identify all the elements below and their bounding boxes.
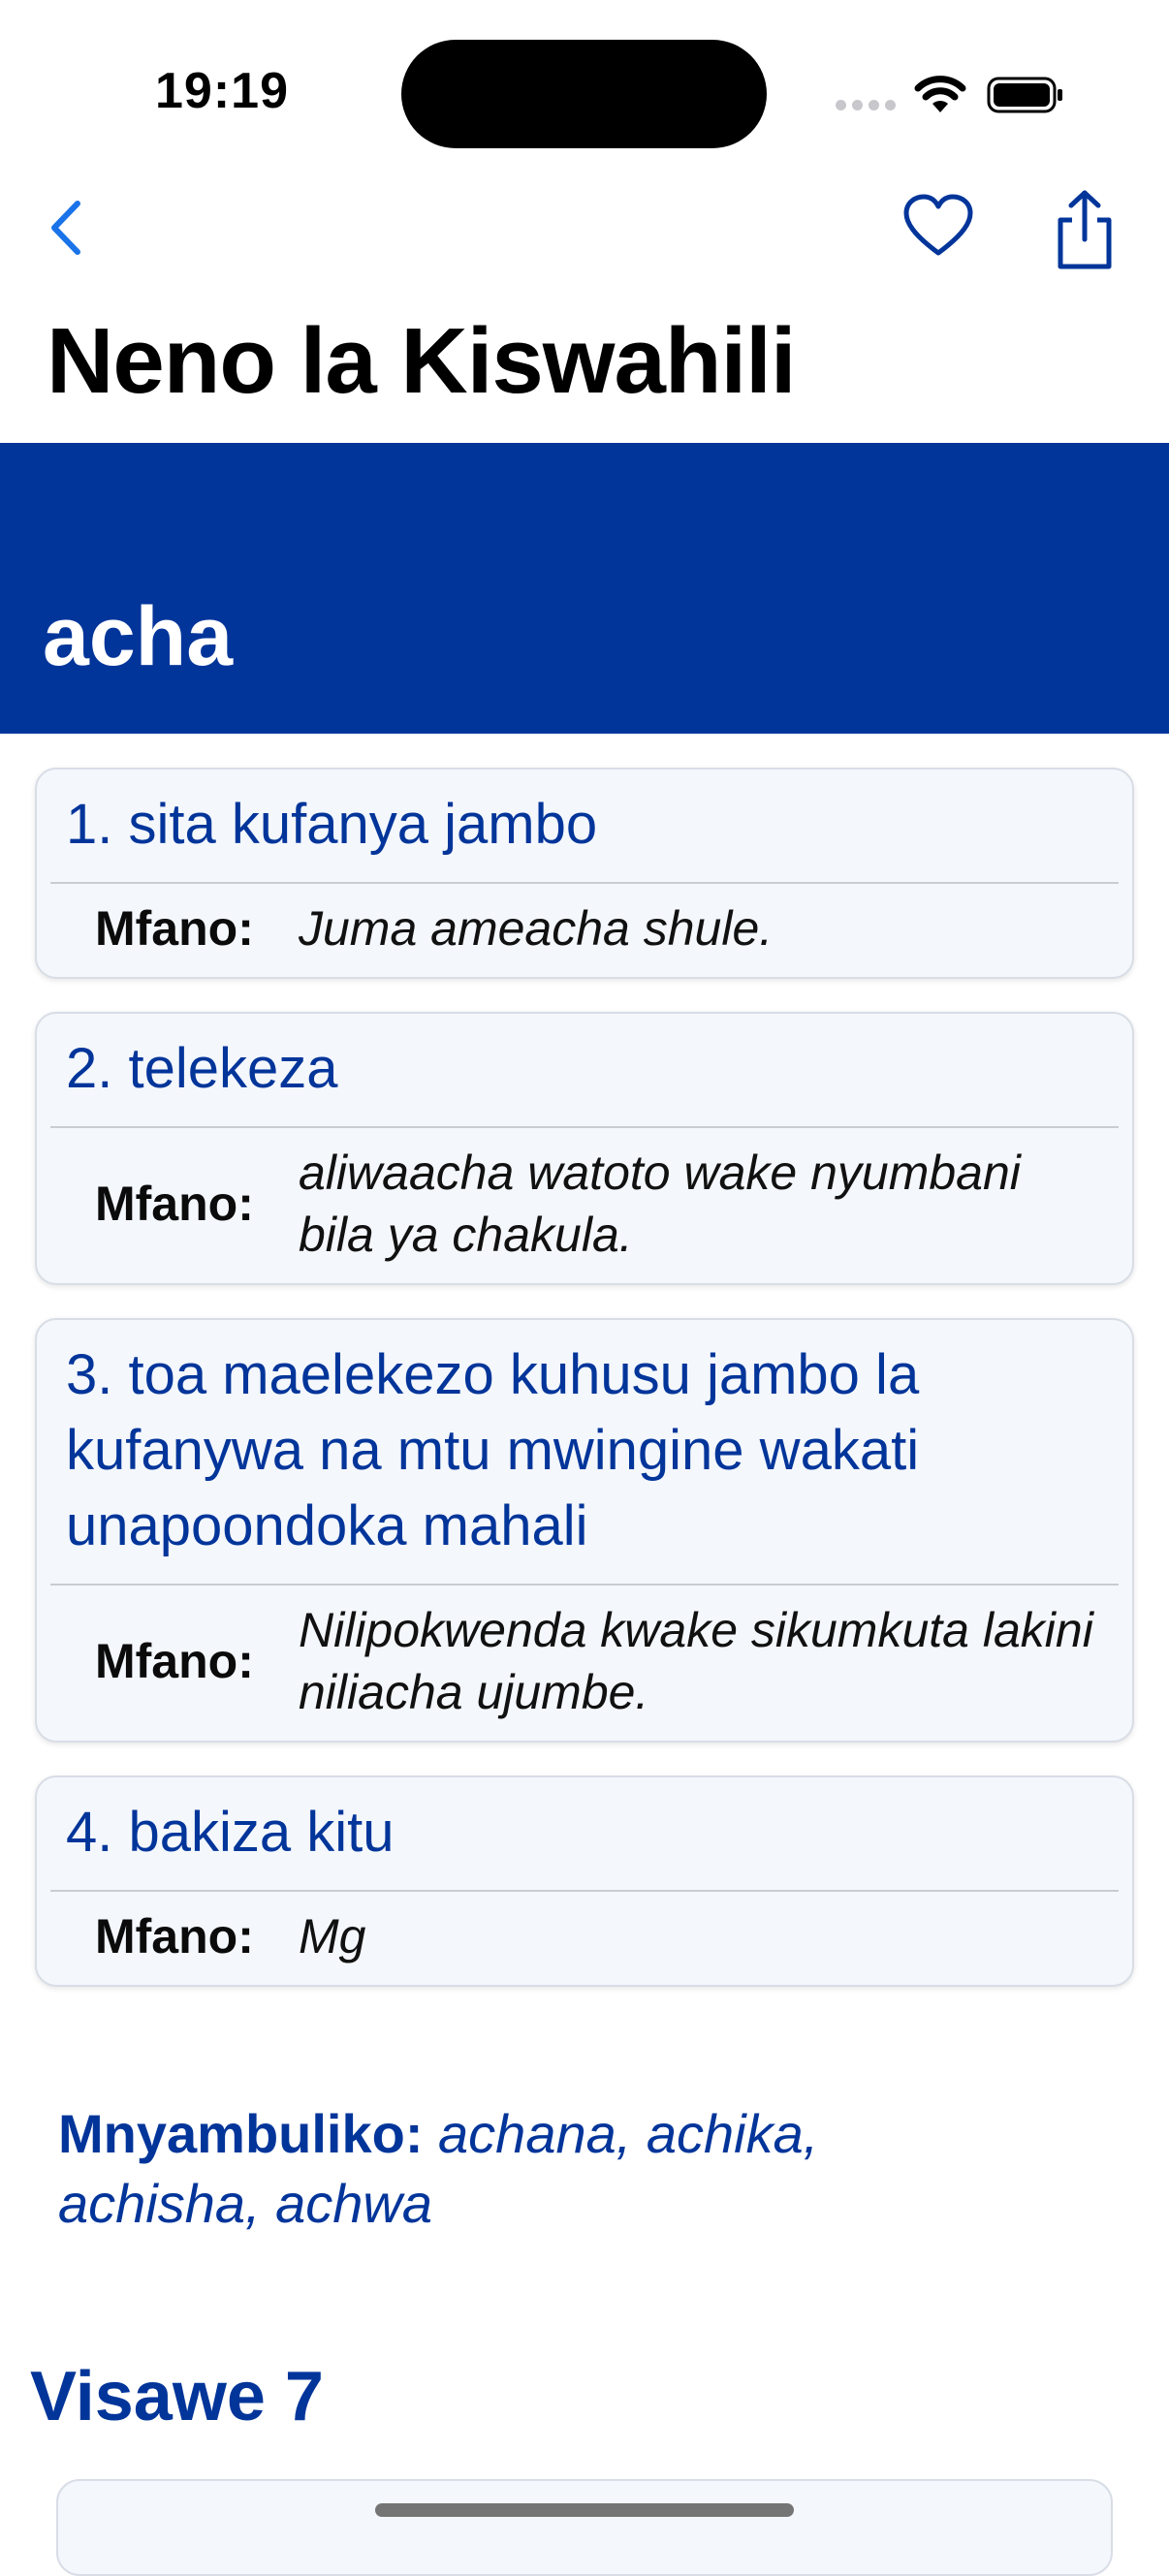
example-text: Nilipokwenda kwake sikumkuta lakini nili… <box>299 1603 1093 1719</box>
example-label: Mfano: <box>95 1634 254 1688</box>
derivatives: Mnyambuliko: achana, achika, achisha, ac… <box>58 2099 1027 2239</box>
sense-card: 1. sita kufanya jambo Mfano: Juma ameach… <box>35 768 1134 979</box>
sense-card: 4. bakiza kitu Mfano: Mg <box>35 1775 1134 1987</box>
heart-icon <box>903 194 973 256</box>
synonyms-title: Visawe 7 <box>30 2358 324 2435</box>
example-label: Mfano: <box>95 1177 254 1231</box>
example-label: Mfano: <box>95 1909 254 1963</box>
share-icon <box>1058 190 1112 269</box>
back-button[interactable] <box>41 194 89 262</box>
example-text: aliwaacha watoto wake nyumbani bila ya c… <box>299 1146 1021 1262</box>
wifi-icon <box>914 76 966 112</box>
sense-definition: 3. toa maelekezo kuhusu jambo la kufanyw… <box>50 1320 1119 1586</box>
sense-example: Mfano: Juma ameacha shule. <box>37 884 1132 977</box>
sense-definition: 1. sita kufanya jambo <box>50 770 1119 884</box>
sense-list: 1. sita kufanya jambo Mfano: Juma ameach… <box>35 768 1134 2020</box>
favorite-button[interactable] <box>902 193 974 261</box>
word-header: acha <box>0 443 1169 734</box>
sense-card: 2. telekeza Mfano: aliwaacha watoto wake… <box>35 1012 1134 1285</box>
chevron-left-icon <box>51 201 80 255</box>
sense-example: Mfano: Nilipokwenda kwake sikumkuta laki… <box>37 1586 1132 1741</box>
example-label: Mfano: <box>95 901 254 956</box>
headword: acha <box>43 590 234 683</box>
example-text: Mg <box>299 1909 366 1963</box>
battery-icon <box>987 77 1062 113</box>
sense-card: 3. toa maelekezo kuhusu jambo la kufanyw… <box>35 1318 1134 1743</box>
sense-definition: 4. bakiza kitu <box>50 1777 1119 1892</box>
sense-example: Mfano: Mg <box>37 1892 1132 1985</box>
status-bar: 19:19 <box>0 0 1169 184</box>
share-button[interactable] <box>1053 189 1117 270</box>
example-text: Juma ameacha shule. <box>299 901 774 956</box>
cellular-signal-icon <box>836 100 896 113</box>
page-title: Neno la Kiswahili <box>47 309 797 413</box>
synonym-card[interactable] <box>56 2479 1113 2576</box>
status-time: 19:19 <box>155 63 289 119</box>
sense-example: Mfano: aliwaacha watoto wake nyumbani bi… <box>37 1128 1132 1283</box>
home-indicator <box>375 2503 794 2517</box>
dynamic-island <box>401 40 767 148</box>
sense-definition: 2. telekeza <box>50 1014 1119 1128</box>
derivatives-label: Mnyambuliko: <box>58 2103 424 2164</box>
